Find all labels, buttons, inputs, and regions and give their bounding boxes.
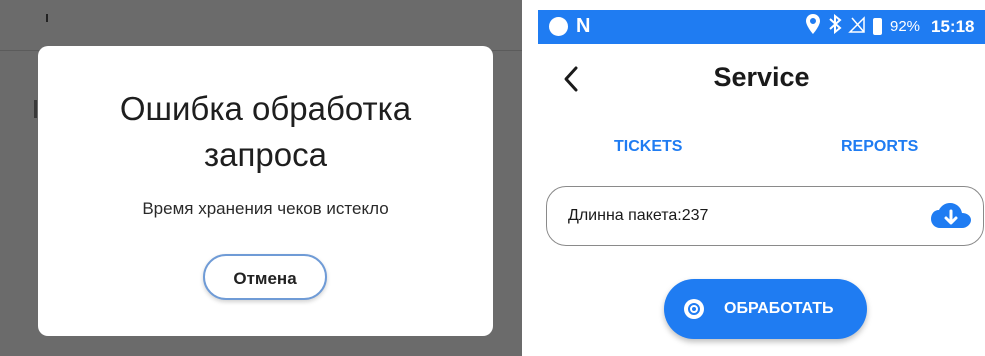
tab-reports[interactable]: REPORTS [841,138,918,156]
status-time: 15:18 [931,17,975,36]
process-button[interactable]: ОБРАБОТАТЬ [664,279,867,339]
battery-icon [873,18,882,35]
status-bar: N 92% 15:18 [538,10,985,44]
battery-percent: 92% [890,18,921,35]
cloud-download-icon[interactable] [931,201,971,233]
background-mark [34,100,37,118]
circle-icon [549,17,568,36]
left-screenshot: Ошибка обработка запроса Время хранения … [0,0,522,356]
bluetooth-icon [829,14,842,34]
n-icon: N [576,15,591,37]
error-dialog: Ошибка обработка запроса Время хранения … [38,46,493,336]
cancel-button[interactable]: Отмена [203,254,327,300]
dialog-title: Ошибка обработка запроса [119,90,412,173]
page-title: Service [713,62,810,92]
packet-length-label: Длинна пакета:237 [568,207,709,224]
right-screenshot: N 92% 15:18 Service TICKETS REPORTS Длин… [538,0,985,356]
packet-length-field: Длинна пакета:237 [546,186,984,246]
tab-tickets[interactable]: TICKETS [614,138,682,156]
location-icon [806,14,820,34]
dialog-message: Время хранения чеков истекло [142,199,389,218]
signal-icon [848,16,865,33]
process-button-label: ОБРАБОТАТЬ [724,300,834,317]
gear-icon [684,299,704,319]
background-mark [46,14,48,22]
